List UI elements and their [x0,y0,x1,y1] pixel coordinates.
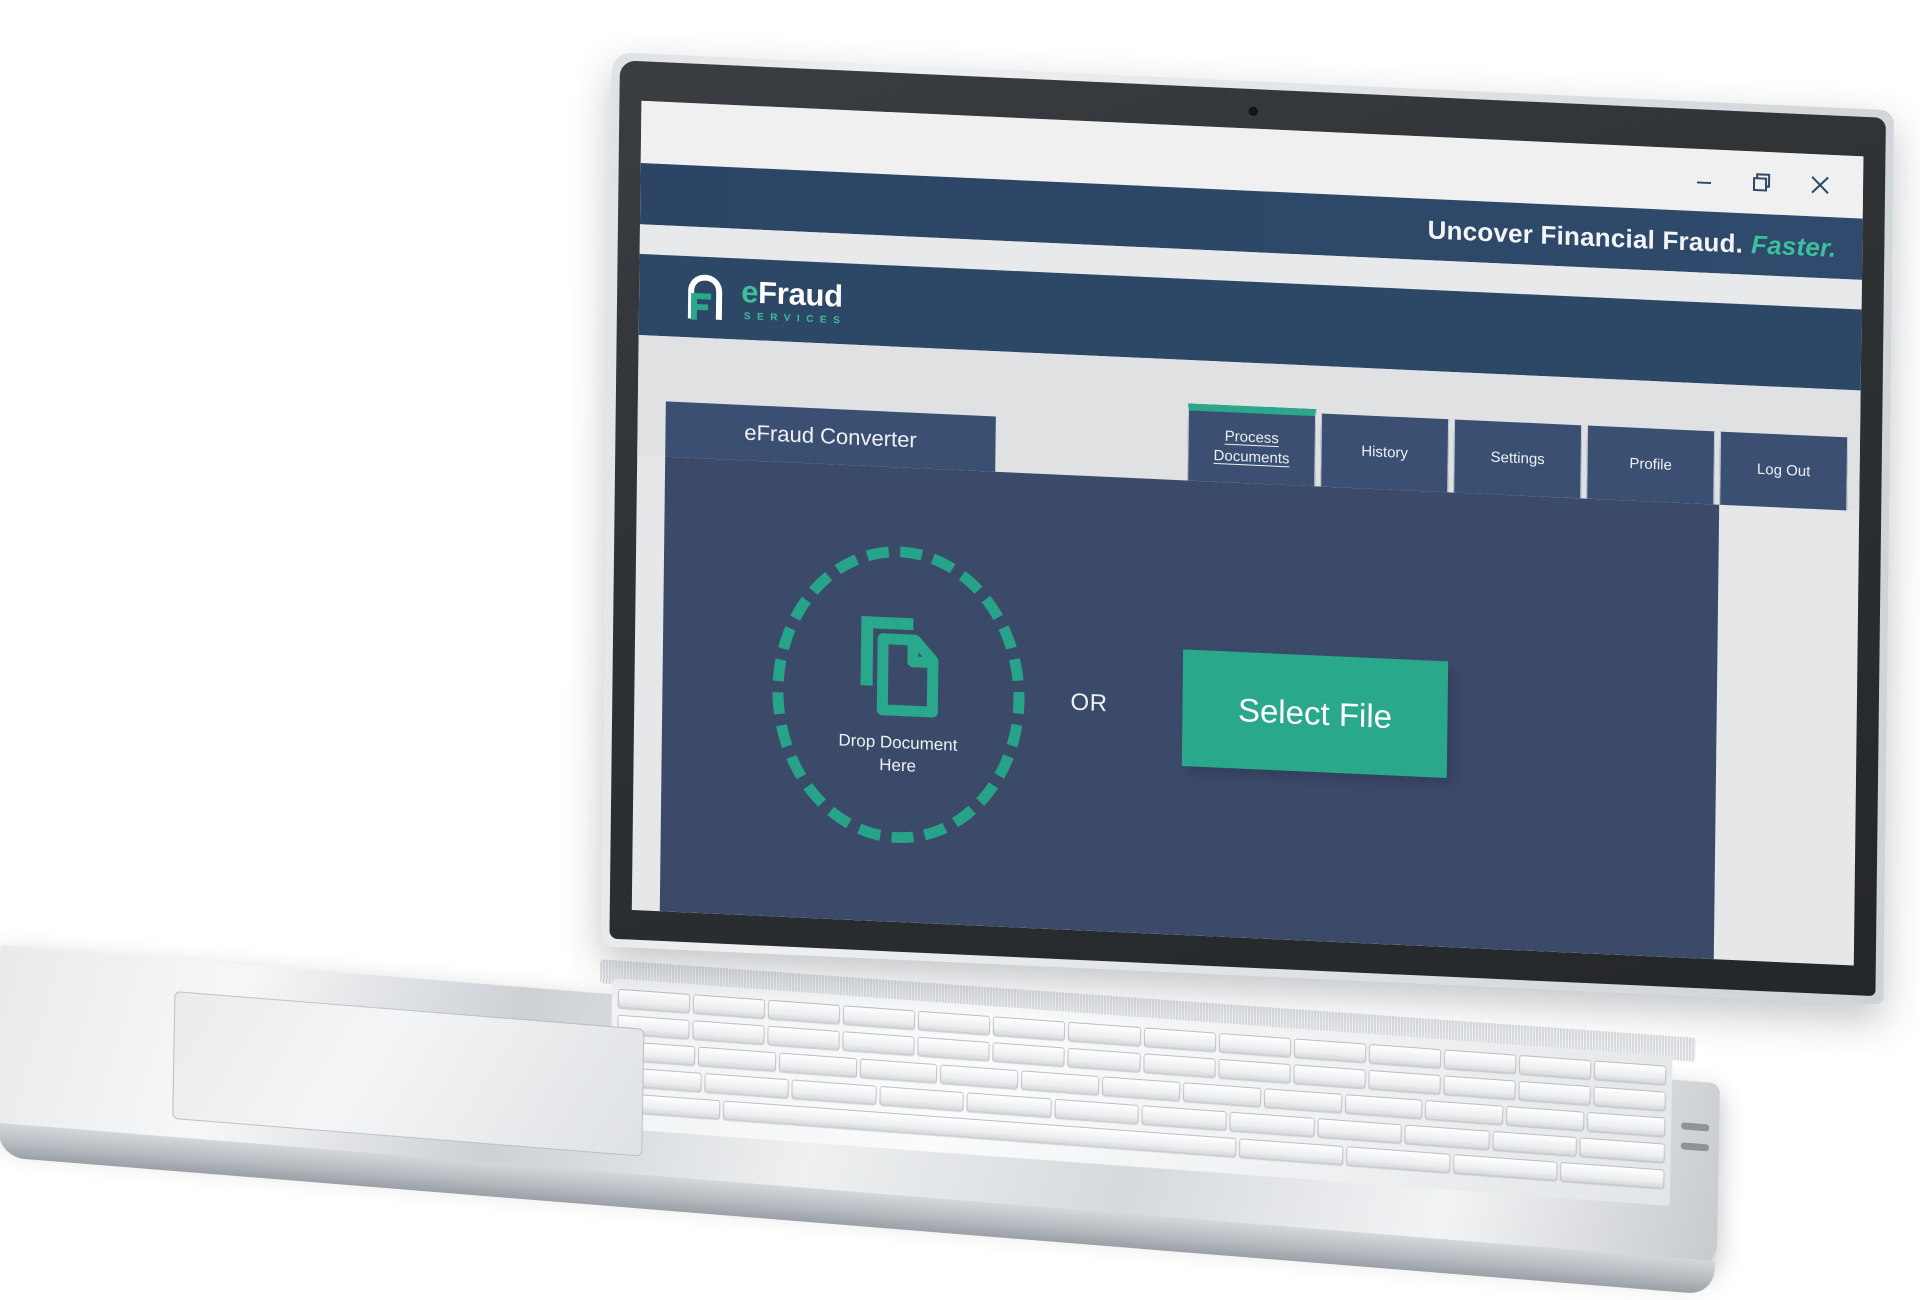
tab-process-documents[interactable]: Process Documents [1187,403,1317,486]
logo-prefix: e [741,274,759,310]
dropzone-label-line1: Drop Document [838,730,958,755]
or-separator: OR [1070,688,1108,717]
screenshot-stage: Uncover Financial Fraud. Faster. eFraud S… [0,0,1920,1300]
tab-label-line1: Process [1224,428,1279,448]
logo: eFraud SERVICES [681,271,847,330]
tab-label: Log Out [1756,460,1811,480]
laptop-base [0,945,1720,1295]
tagline-main: Uncover Financial Fraud. [1427,214,1744,259]
dropzone-content: Drop Document Here [838,609,959,780]
tab-label: Settings [1490,448,1545,468]
file-dropzone[interactable]: Drop Document Here [770,540,1027,849]
tagline-accent: Faster. [1750,228,1837,263]
tagline: Uncover Financial Fraud. Faster. [1427,214,1836,263]
efraud-logo-mark [687,274,723,320]
dropzone-label-line2: Here [879,754,917,776]
tab-label: History [1361,442,1409,462]
tab-label: Process Documents [1213,427,1289,470]
tab-label: Profile [1629,454,1673,474]
restore-icon[interactable] [1747,167,1777,198]
logo-text: eFraud SERVICES [741,274,847,327]
select-file-button[interactable]: Select File [1181,649,1449,778]
copy-documents-icon [860,615,939,718]
logo-word: Fraud [757,275,843,314]
tab-settings[interactable]: Settings [1453,419,1583,499]
minimize-icon[interactable] [1689,165,1719,196]
webcam-icon [1248,106,1258,116]
tab-profile[interactable]: Profile [1586,425,1716,505]
logo-wordmark: eFraud [741,274,847,314]
close-icon[interactable] [1805,170,1835,201]
laptop-lid: Uncover Financial Fraud. Faster. eFraud S… [601,52,1894,1005]
dropzone-label: Drop Document Here [838,729,958,780]
tab-label-line2: Documents [1213,447,1290,468]
main-content-panel: Drop Document Here OR Select File [659,456,1720,960]
tab-history[interactable]: History [1320,413,1450,492]
screen: Uncover Financial Fraud. Faster. eFraud S… [631,100,1864,966]
tab-log-out[interactable]: Log Out [1719,431,1849,511]
logo-subtitle: SERVICES [743,311,847,327]
